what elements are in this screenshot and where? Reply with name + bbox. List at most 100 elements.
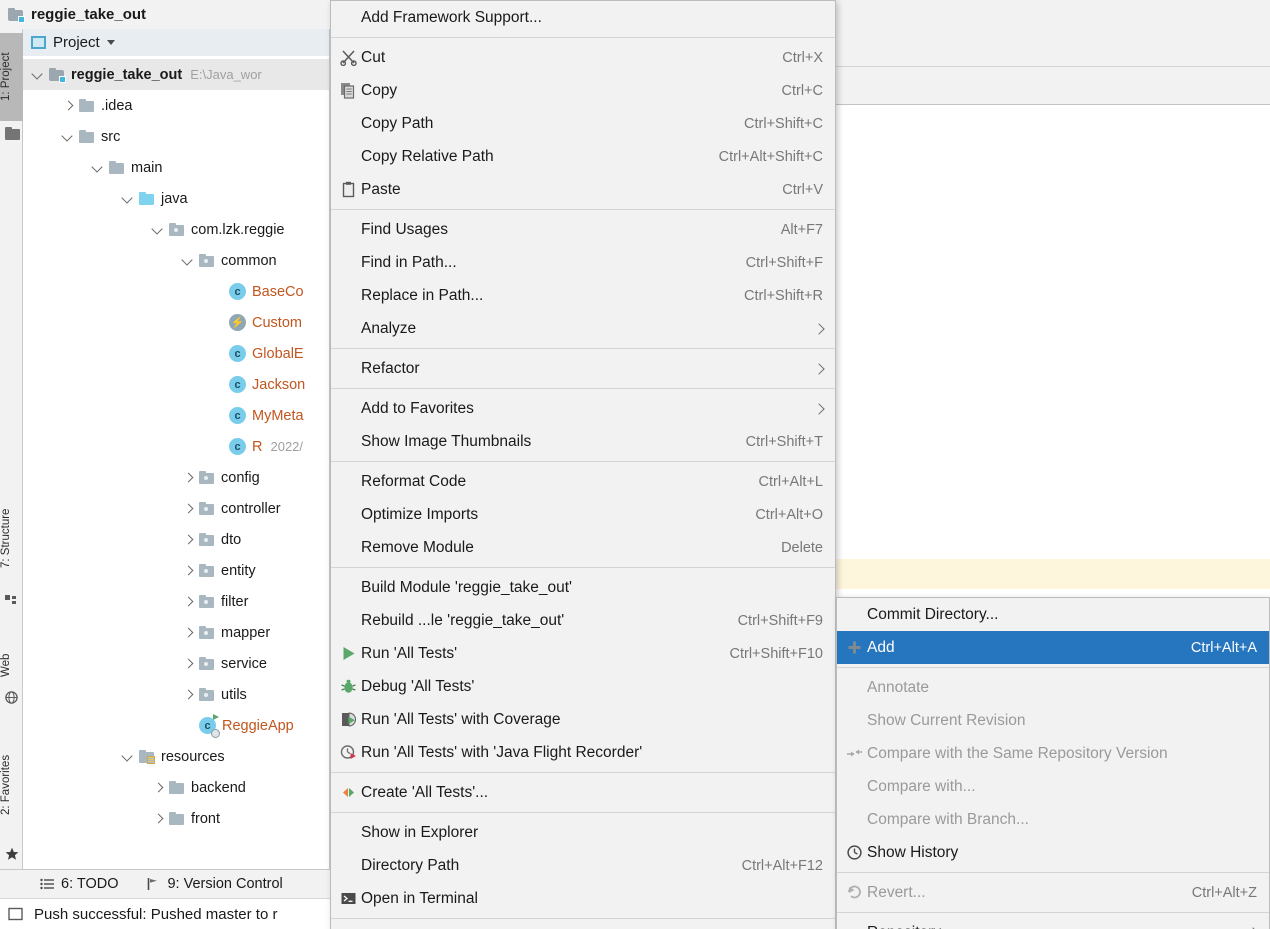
tree-row[interactable]: main [23,152,329,183]
menu-item-build-module-reggie-take-out[interactable]: Build Module 'reggie_take_out' [331,571,835,604]
menu-item-optimize-imports[interactable]: Optimize Imports Ctrl+Alt+O [331,498,835,531]
project-panel-title: Project [53,34,100,51]
tree-row[interactable]: ⚡ Custom [23,307,329,338]
folder-icon [109,160,125,175]
project-tree[interactable]: reggie_take_out E:\Java_wor .idea src main ja… [23,57,329,834]
folder-icon [169,811,185,826]
chevron-down-icon[interactable] [151,223,165,237]
chevron-down-icon[interactable] [61,130,75,144]
menu-item-directory-path[interactable]: Directory Path Ctrl+Alt+F12 [331,849,835,882]
tree-row[interactable]: backend [23,772,329,803]
chevron-right-icon[interactable] [181,533,195,547]
git-submenu[interactable]: Commit Directory... Add Ctrl+Alt+A Annotate… [836,597,1270,929]
chevron-down-icon[interactable] [31,68,45,82]
tree-row[interactable]: service [23,648,329,679]
menu-item-analyze[interactable]: Analyze [331,312,835,345]
menu-item-show-image-thumbnails[interactable]: Show Image Thumbnails Ctrl+Shift+T [331,425,835,458]
tree-row[interactable]: common [23,245,329,276]
chevron-down-icon[interactable] [106,40,115,45]
tree-row[interactable]: c Jackson [23,369,329,400]
menu-item-run-all-tests-with-java-flight-recorder[interactable]: Run 'All Tests' with 'Java Flight Record… [331,736,835,769]
chevron-right-icon[interactable] [181,564,195,578]
tree-row[interactable]: com.lzk.reggie [23,214,329,245]
chevron-right-icon[interactable] [181,626,195,640]
menu-item-compare-with[interactable]: Compare with... [837,770,1269,803]
menu-separator [837,912,1269,913]
chevron-down-icon[interactable] [121,192,135,206]
tree-row[interactable]: resources [23,741,329,772]
menu-item-paste[interactable]: Paste Ctrl+V [331,173,835,206]
tree-row[interactable]: filter [23,586,329,617]
menu-item-commit-directory[interactable]: Commit Directory... [837,598,1269,631]
menu-item-revert[interactable]: Revert... Ctrl+Alt+Z [837,876,1269,909]
menu-item-copy[interactable]: Copy Ctrl+C [331,74,835,107]
sidebar-item-structure[interactable]: 7: Structure [0,484,23,592]
sidebar-item-favorites[interactable]: 2: Favorites [0,729,23,841]
menu-item-show-in-explorer[interactable]: Show in Explorer [331,816,835,849]
menu-item-run-all-tests[interactable]: Run 'All Tests' Ctrl+Shift+F10 [331,637,835,670]
menu-item-show-history[interactable]: Show History [837,836,1269,869]
menu-item-add[interactable]: Add Ctrl+Alt+A [837,631,1269,664]
chevron-right-icon[interactable] [181,502,195,516]
sidebar-item-web[interactable]: Web [0,641,23,689]
tree-row[interactable]: src [23,121,329,152]
sidebar-item-project[interactable]: 1: Project [0,33,23,121]
chevron-down-icon[interactable] [181,254,195,268]
bottom-item-todo[interactable]: 6: TODO [40,876,118,892]
chevron-down-icon[interactable] [121,750,135,764]
tree-row[interactable]: c R 2022/ [23,431,329,462]
tree-row[interactable]: .idea [23,90,329,121]
tree-row[interactable]: front [23,803,329,834]
tree-row[interactable]: c GlobalE [23,338,329,369]
context-menu[interactable]: Add Framework Support... Cut Ctrl+X Copy Ctr… [330,0,836,929]
tree-row[interactable]: entity [23,555,329,586]
menu-item-add-framework-support[interactable]: Add Framework Support... [331,1,835,34]
menu-item-repository[interactable]: Repository [837,916,1269,929]
tree-row[interactable]: utils [23,679,329,710]
tree-row[interactable]: config [23,462,329,493]
menu-item-add-to-favorites[interactable]: Add to Favorites [331,392,835,425]
menu-item-replace-in-path[interactable]: Replace in Path... Ctrl+Shift+R [331,279,835,312]
chevron-right-icon[interactable] [151,812,165,826]
menu-item-label: Add [867,638,895,656]
menu-item-show-current-revision[interactable]: Show Current Revision [837,704,1269,737]
project-panel-header[interactable]: Project [23,29,329,57]
chevron-right-icon[interactable] [181,688,195,702]
menu-item-copy-relative-path[interactable]: Copy Relative Path Ctrl+Alt+Shift+C [331,140,835,173]
menu-item-open-in-terminal[interactable]: Open in Terminal [331,882,835,915]
menu-item-icon-slot [335,432,361,452]
tree-row[interactable]: java [23,183,329,214]
menu-item-find-in-path[interactable]: Find in Path... Ctrl+Shift+F [331,246,835,279]
tree-row[interactable]: dto [23,524,329,555]
bottom-item-label: 9: Version Control [167,876,283,892]
menu-item-find-usages[interactable]: Find Usages Alt+F7 [331,213,835,246]
chevron-right-icon[interactable] [61,99,75,113]
tree-row[interactable]: c ReggieApp [23,710,329,741]
menu-item-reformat-code[interactable]: Reformat Code Ctrl+Alt+L [331,465,835,498]
menu-item-run-all-tests-with-coverage[interactable]: Run 'All Tests' with Coverage [331,703,835,736]
tree-row[interactable]: c MyMeta [23,400,329,431]
chevron-down-icon[interactable] [91,161,105,175]
menu-item-compare-with-branch[interactable]: Compare with Branch... [837,803,1269,836]
menu-item-rebuild-le-reggie-take-out[interactable]: Rebuild ...le 'reggie_take_out' Ctrl+Shif… [331,604,835,637]
menu-item-icon-slot [335,856,361,876]
tree-row[interactable]: controller [23,493,329,524]
menu-item-compare-with-the-same-repository-version[interactable]: Compare with the Same Repository Version [837,737,1269,770]
menu-item-remove-module[interactable]: Remove Module Delete [331,531,835,564]
chevron-right-icon[interactable] [151,781,165,795]
menu-item-create-all-tests[interactable]: Create 'All Tests'... [331,776,835,809]
menu-item-annotate[interactable]: Annotate [837,671,1269,704]
chevron-right-icon[interactable] [181,657,195,671]
menu-item-debug-all-tests[interactable]: Debug 'All Tests' [331,670,835,703]
menu-item-copy-path[interactable]: Copy Path Ctrl+Shift+C [331,107,835,140]
menu-item-icon-slot [335,823,361,843]
menu-item-local-history[interactable]: Local History [331,922,835,929]
tree-row[interactable]: c BaseCo [23,276,329,307]
bottom-item-version-control[interactable]: 9: Version Control [146,876,283,892]
tree-row[interactable]: mapper [23,617,329,648]
chevron-right-icon[interactable] [181,595,195,609]
tree-row[interactable]: reggie_take_out E:\Java_wor [23,59,329,90]
chevron-right-icon[interactable] [181,471,195,485]
menu-item-refactor[interactable]: Refactor [331,352,835,385]
menu-item-cut[interactable]: Cut Ctrl+X [331,41,835,74]
